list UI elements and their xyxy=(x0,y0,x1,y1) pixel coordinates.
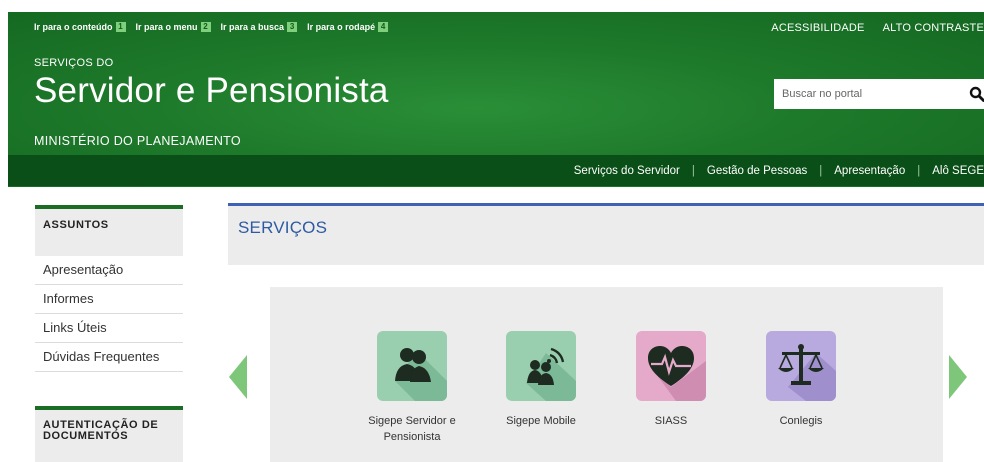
section-title: SERVIÇOS xyxy=(238,218,328,237)
sidebar-section-title: ASSUNTOS xyxy=(43,219,109,231)
search-box[interactable]: Buscar no portal xyxy=(774,79,984,109)
service-label[interactable]: Conlegis xyxy=(746,413,856,429)
site-title[interactable]: Servidor e Pensionista xyxy=(34,71,389,111)
search-icon[interactable] xyxy=(966,83,984,105)
sidebar-menu: Apresentação Informes Links Úteis Dúvida… xyxy=(35,256,183,372)
accessibility-link[interactable]: ACESSIBILIDADE xyxy=(771,22,864,34)
nav-item-apresentacao[interactable]: Apresentação xyxy=(834,165,905,177)
ministry-name: MINISTÉRIO DO PLANEJAMENTO xyxy=(34,134,241,148)
sidebar-item-duvidas-frequentes[interactable]: Dúvidas Frequentes xyxy=(35,343,183,372)
service-label[interactable]: Sigepe Servidor e Pensionista xyxy=(357,413,467,445)
scales-icon[interactable] xyxy=(766,331,836,401)
services-section-header: SERVIÇOS xyxy=(228,203,984,265)
carousel-next-arrow-icon[interactable] xyxy=(949,355,967,399)
service-label[interactable]: SIASS xyxy=(616,413,726,429)
top-right-links: ACESSIBILIDADE ALTO CONTRASTE xyxy=(771,22,984,34)
nav-separator: | xyxy=(917,164,921,177)
sidebar: ASSUNTOS Apresentação Informes Links Úte… xyxy=(35,205,183,462)
service-conlegis[interactable]: Conlegis xyxy=(746,331,856,429)
nav-item-gestao-pessoas[interactable]: Gestão de Pessoas xyxy=(707,165,807,177)
nav-item-alo-sege[interactable]: Alô SEGE xyxy=(932,165,984,177)
sidebar-item-informes[interactable]: Informes xyxy=(35,285,183,314)
skip-to-search-link[interactable]: Ir para a busca 3 xyxy=(221,22,298,32)
sidebar-item-apresentacao[interactable]: Apresentação xyxy=(35,256,183,285)
sidebar-section-assuntos: ASSUNTOS xyxy=(35,205,183,256)
high-contrast-link[interactable]: ALTO CONTRASTE xyxy=(883,22,984,34)
skip-to-menu-link[interactable]: Ir para o menu 2 xyxy=(136,22,211,32)
accessibility-shortcuts: Ir para o conteúdo 1 Ir para o menu 2 Ir p… xyxy=(34,22,389,32)
carousel-prev-arrow-icon[interactable] xyxy=(229,355,247,399)
brand-subtitle: SERVIÇOS DO xyxy=(34,57,114,69)
service-label[interactable]: Sigepe Mobile xyxy=(486,413,596,429)
service-sigepe-mobile[interactable]: Sigepe Mobile xyxy=(486,331,596,429)
services-carousel: Sigepe Servidor e Pensionista Sigepe Mob… xyxy=(270,287,943,462)
service-sigepe-servidor[interactable]: Sigepe Servidor e Pensionista xyxy=(357,331,467,445)
heart-pulse-icon[interactable] xyxy=(636,331,706,401)
search-input[interactable]: Buscar no portal xyxy=(774,88,966,100)
main-navigation: Serviços do Servidor | Gestão de Pessoas… xyxy=(8,155,984,186)
users-icon[interactable] xyxy=(377,331,447,401)
service-siass[interactable]: SIASS xyxy=(616,331,726,429)
sidebar-item-links-uteis[interactable]: Links Úteis xyxy=(35,314,183,343)
nav-separator: | xyxy=(819,164,823,177)
nav-separator: | xyxy=(691,164,695,177)
nav-item-servicos-servidor[interactable]: Serviços do Servidor xyxy=(574,165,680,177)
sidebar-section-title[interactable]: AUTENTICAÇÃO DE DOCUMENTOS xyxy=(43,420,175,442)
mobile-users-icon[interactable] xyxy=(506,331,576,401)
skip-to-footer-link[interactable]: Ir para o rodapé 4 xyxy=(307,22,389,32)
skip-to-content-link[interactable]: Ir para o conteúdo 1 xyxy=(34,22,126,32)
sidebar-section-autenticacao: AUTENTICAÇÃO DE DOCUMENTOS xyxy=(35,406,183,462)
